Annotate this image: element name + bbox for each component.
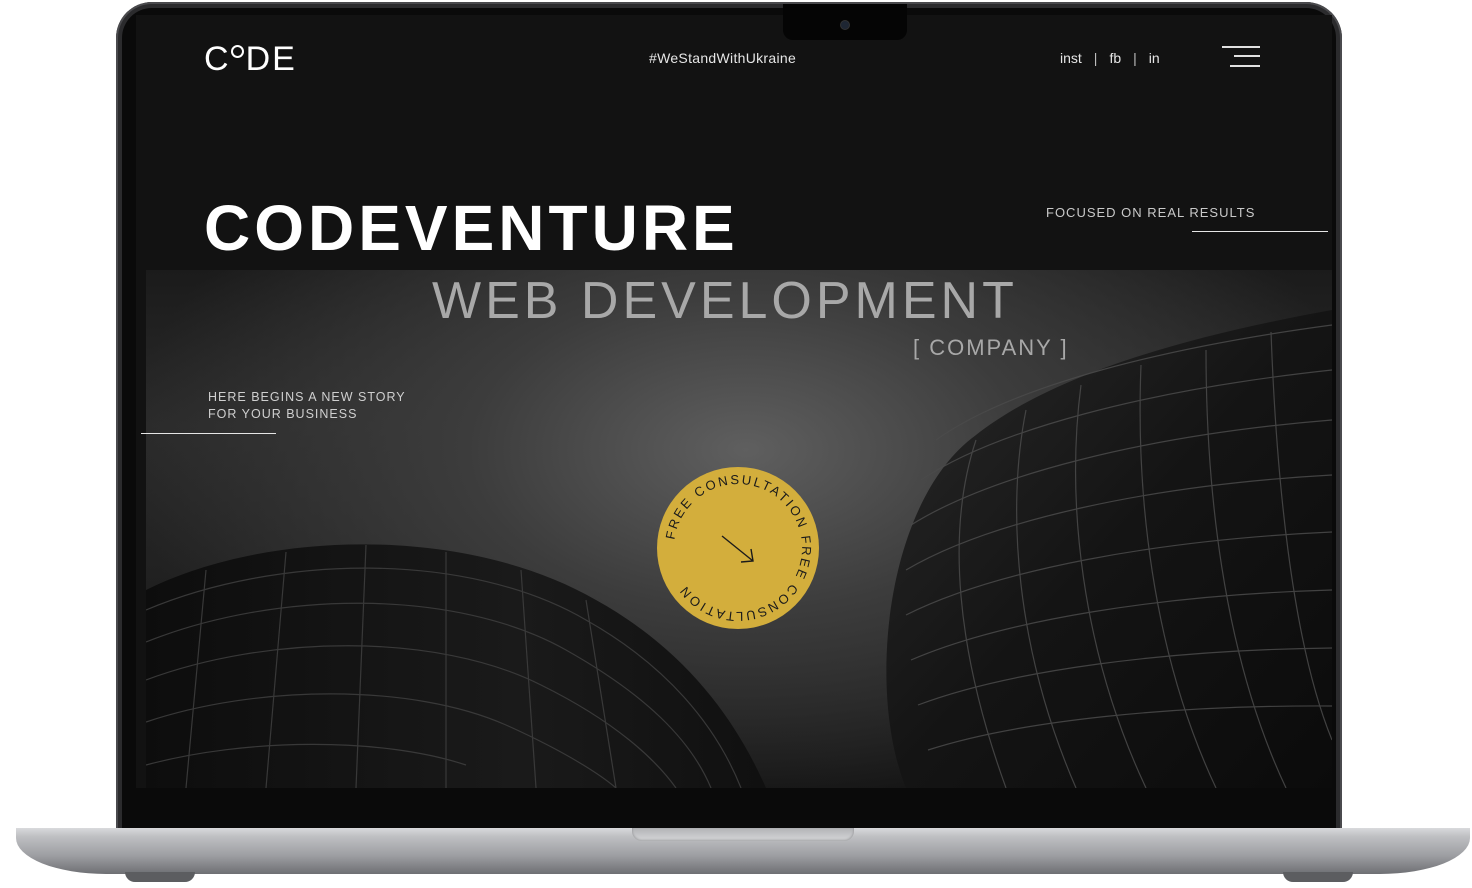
story-line-2: FOR YOUR BUSINESS bbox=[208, 407, 358, 421]
logo-letter-c: C bbox=[204, 40, 231, 78]
focused-tagline: FOCUSED ON REAL RESULTS bbox=[1046, 205, 1256, 220]
social-link-facebook[interactable]: fb bbox=[1109, 50, 1121, 66]
logo[interactable]: C DE bbox=[204, 41, 297, 77]
hero-title: CODEVENTURE bbox=[204, 192, 739, 264]
social-separator: | bbox=[1093, 50, 1098, 66]
logo-letters: DE bbox=[245, 40, 297, 78]
camera-icon bbox=[841, 21, 849, 29]
hero-company-tag: [ COMPANY ] bbox=[913, 335, 1069, 360]
cta-circle bbox=[657, 467, 819, 629]
social-link-instagram[interactable]: inst bbox=[1060, 50, 1082, 66]
laptop-foot bbox=[1283, 872, 1353, 882]
social-separator: | bbox=[1133, 50, 1137, 66]
camera-notch bbox=[783, 4, 907, 40]
story-line-1: HERE BEGINS A NEW STORY bbox=[208, 390, 406, 404]
logo-o-mark bbox=[230, 45, 244, 58]
social-links: inst | fb | in bbox=[1060, 50, 1160, 66]
website-screen: C DE #WeStandWithUkraine inst | fb | in C… bbox=[136, 15, 1332, 788]
divider-line bbox=[141, 433, 276, 434]
hamburger-menu-icon[interactable] bbox=[1222, 46, 1260, 72]
hero-subtitle: WEB DEVELOPMENT bbox=[432, 272, 1018, 330]
story-tagline: HERE BEGINS A NEW STORY FOR YOUR BUSINES… bbox=[208, 389, 406, 423]
hashtag-link[interactable]: #WeStandWithUkraine bbox=[649, 50, 796, 66]
social-link-linkedin[interactable]: in bbox=[1149, 50, 1160, 66]
divider-line bbox=[1192, 231, 1328, 232]
free-consultation-button[interactable]: FREE CONSULTATION FREE CONSULTATION bbox=[655, 465, 821, 631]
laptop-foot bbox=[125, 872, 195, 882]
laptop-opening-notch bbox=[632, 828, 854, 841]
